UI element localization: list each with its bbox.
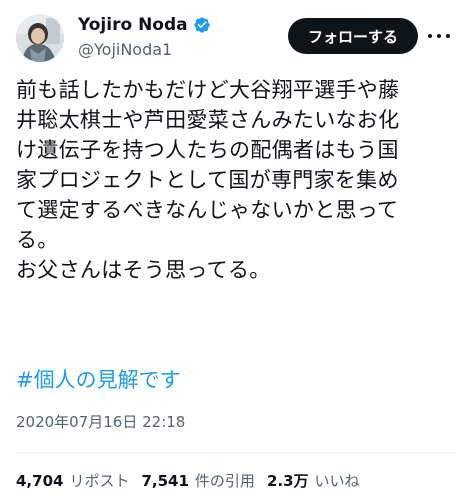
stat-likes[interactable]: 2.3万 いいね [267, 470, 360, 491]
more-dot [437, 34, 441, 38]
tweet-card: Yojiro Noda @YojiNoda1 フォローする 前も話したかもだけど… [0, 0, 471, 500]
more-options-icon[interactable] [428, 26, 450, 46]
tweet-text-line: て選定するべきなんじゃないかと思って [16, 198, 399, 222]
avatar-image [16, 14, 64, 62]
tweet-text-line: け遺伝子を持つ人たちの配偶者はもう国 [16, 138, 399, 162]
tweet-text-line: る。 [16, 228, 59, 252]
verified-badge-icon [193, 16, 211, 34]
tweet-text-line: お父さんはそう思ってる。 [16, 258, 271, 282]
divider [16, 452, 456, 453]
stat-label: いいね [314, 471, 360, 490]
tweet-text-line: 前も話したかもだけど大谷翔平選手や藤 [16, 78, 400, 102]
tweet-header: Yojiro Noda @YojiNoda1 フォローする [16, 14, 456, 62]
stat-quotes[interactable]: 7,541 件の引用 [141, 470, 254, 491]
stat-label: リポスト [69, 471, 130, 490]
author-display-name[interactable]: Yojiro Noda [78, 14, 188, 36]
tweet-text-line: 家プロジェクトとして国が専門家を集め [16, 168, 399, 192]
follow-button[interactable]: フォローする [288, 18, 418, 54]
engagement-stats: 4,704 リポスト 7,541 件の引用 2.3万 いいね [16, 469, 372, 491]
hashtag-link[interactable]: #個人の見解です [16, 365, 181, 395]
more-dot [446, 34, 450, 38]
author-block: Yojiro Noda @YojiNoda1 [78, 14, 211, 61]
stat-value: 7,541 [141, 471, 189, 490]
tweet-text-line: 井聡太棋士や芦田愛菜さんみたいなお化 [16, 108, 400, 132]
avatar[interactable] [16, 14, 64, 62]
tweet-timestamp[interactable]: 2020年07月16日 22:18 [16, 411, 185, 433]
stat-value: 4,704 [16, 471, 64, 490]
tweet-text: 前も話したかもだけど大谷翔平選手や藤 井聡太棋士や芦田愛菜さんみたいなお化 け遺… [16, 75, 456, 285]
more-dot [428, 34, 432, 38]
author-handle[interactable]: @YojiNoda1 [78, 39, 211, 61]
stat-reposts[interactable]: 4,704 リポスト [16, 470, 129, 491]
author-name-row[interactable]: Yojiro Noda [78, 14, 211, 36]
stat-label: 件の引用 [194, 471, 255, 490]
stat-value: 2.3万 [266, 471, 309, 490]
